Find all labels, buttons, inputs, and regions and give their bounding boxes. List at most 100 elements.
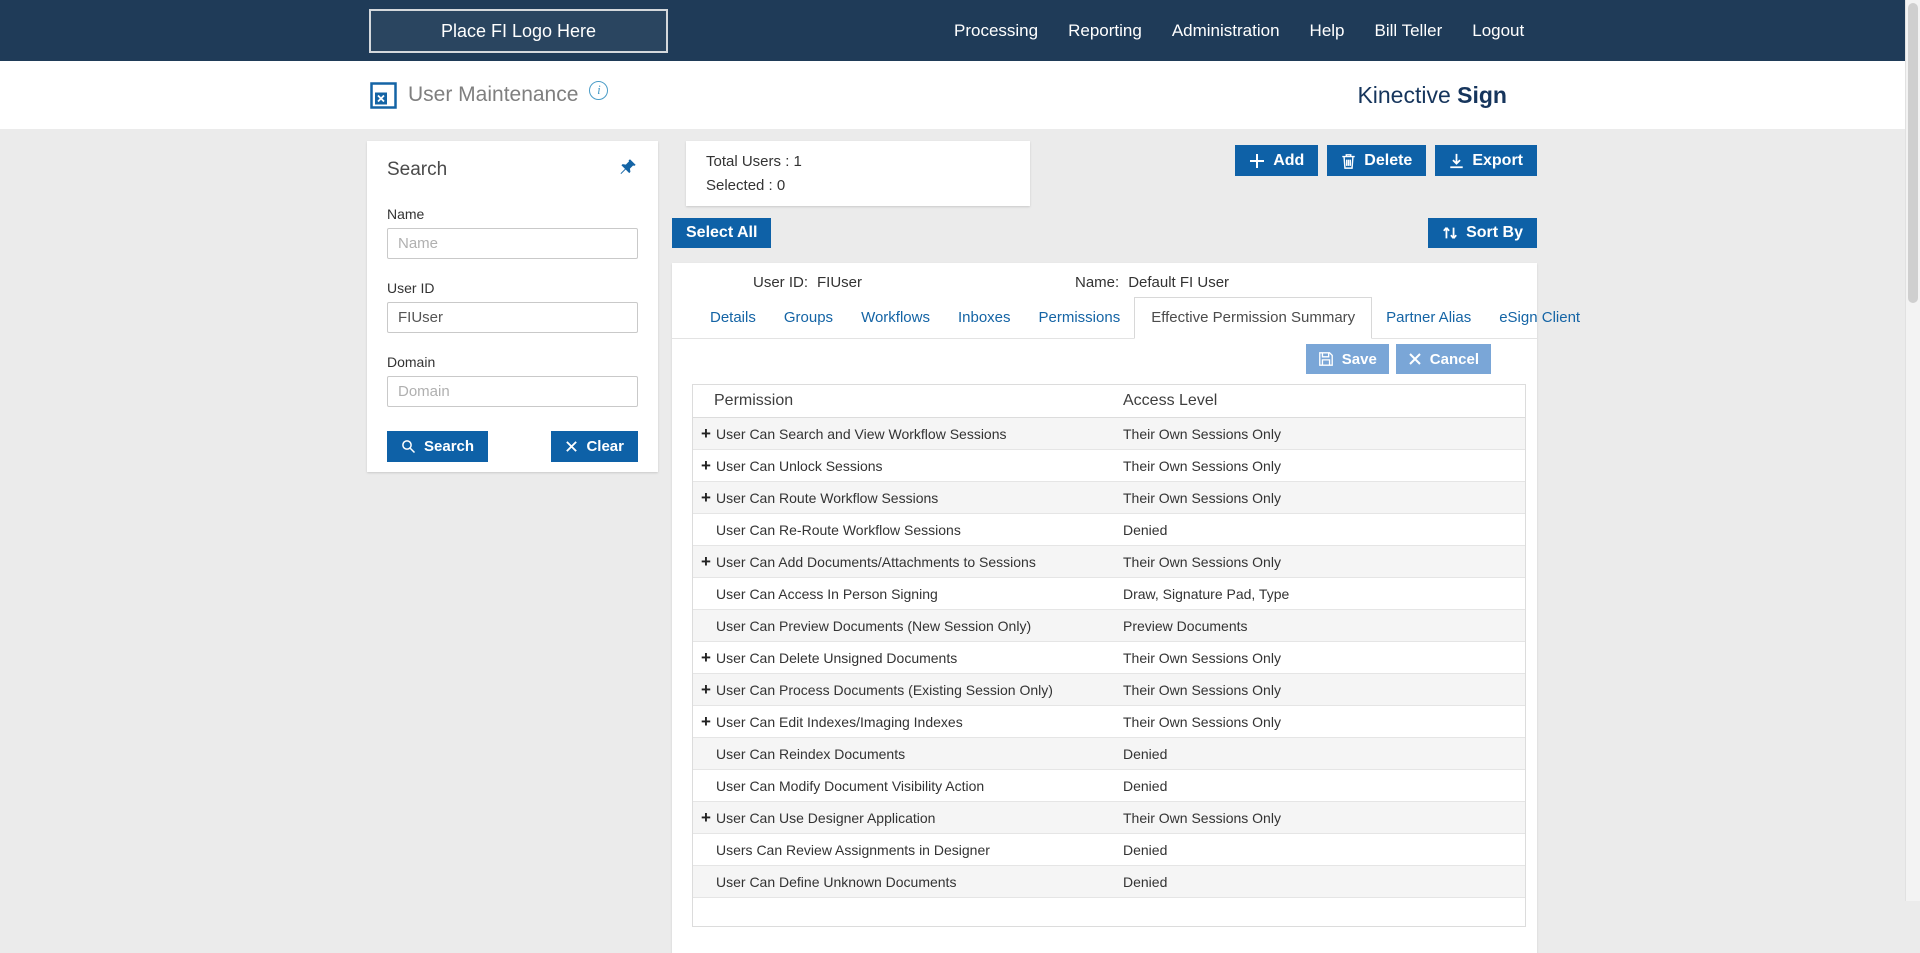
add-button-label: Add	[1273, 151, 1305, 169]
scrollbar[interactable]	[1905, 0, 1920, 901]
table-header: Permission Access Level	[693, 385, 1525, 418]
fi-logo-placeholder: Place FI Logo Here	[369, 9, 668, 53]
user-id-value: FIUser	[817, 274, 863, 291]
export-button[interactable]: Export	[1435, 145, 1537, 176]
table-row[interactable]: User Can Reindex Documents Denied	[693, 738, 1525, 770]
close-icon	[565, 440, 578, 453]
access-level: Denied	[1123, 777, 1168, 794]
table-row[interactable]: + User Can Add Documents/Attachments to S…	[693, 546, 1525, 578]
tab-inboxes[interactable]: Inboxes	[944, 298, 1025, 338]
export-icon	[1449, 153, 1464, 169]
nav-help[interactable]: Help	[1310, 21, 1345, 41]
permission-name: User Can Reindex Documents	[716, 745, 906, 762]
table-row[interactable]: Users Can Review Assignments in Designer…	[693, 834, 1525, 866]
user-maintenance-icon	[370, 81, 397, 109]
save-icon	[1318, 351, 1334, 367]
access-level: Denied	[1123, 841, 1168, 858]
add-button[interactable]: Add	[1235, 145, 1319, 176]
table-row[interactable]: + User Can Process Documents (Existing Se…	[693, 674, 1525, 706]
delete-button[interactable]: Delete	[1327, 145, 1427, 176]
access-level: Their Own Sessions Only	[1123, 713, 1281, 730]
table-row[interactable]: User Can Re-Route Workflow Sessions Denie…	[693, 514, 1525, 546]
tab-permissions[interactable]: Permissions	[1025, 298, 1135, 338]
table-row[interactable]: + User Can Use Designer Application Their …	[693, 802, 1525, 834]
topbar: Place FI Logo Here Processing Reporting Ad…	[0, 0, 1905, 61]
permissions-table: Permission Access Level + User Can Search…	[692, 384, 1526, 927]
tab-groups[interactable]: Groups	[770, 298, 847, 338]
access-level: Denied	[1123, 745, 1168, 762]
access-level-header: Access Level	[1123, 392, 1218, 409]
expand-icon[interactable]: +	[693, 553, 716, 570]
access-level: Their Own Sessions Only	[1123, 681, 1281, 698]
table-row[interactable]: User Can Define Unknown Documents Denied	[693, 866, 1525, 898]
domain-label: Domain	[387, 354, 436, 370]
permission-name: User Can Use Designer Application	[716, 809, 936, 826]
table-tail	[693, 898, 1525, 926]
user-info-row: User ID: FIUser Name: Default FI User	[672, 263, 1537, 293]
userid-input[interactable]	[387, 302, 638, 333]
clear-button[interactable]: Clear	[551, 431, 638, 462]
permission-name: User Can Preview Documents (New Session …	[716, 617, 1032, 634]
expand-icon[interactable]: +	[693, 809, 716, 826]
access-level: Denied	[1123, 873, 1168, 890]
search-panel: Search Name User ID Domain Search Clear	[367, 141, 658, 472]
save-button[interactable]: Save	[1305, 344, 1389, 374]
user-name-value: Default FI User	[1128, 274, 1230, 291]
tab-details[interactable]: Details	[696, 298, 770, 338]
tab-partner-alias[interactable]: Partner Alias	[1372, 298, 1485, 338]
table-row[interactable]: + User Can Delete Unsigned Documents Their…	[693, 642, 1525, 674]
brand-logo: Kinective Sign	[1357, 61, 1507, 129]
summary-card: Total Users : 1 Selected : 0	[686, 141, 1030, 206]
name-input[interactable]	[387, 228, 638, 259]
expand-icon[interactable]: +	[693, 649, 716, 666]
tab-esign-client[interactable]: eSign Client	[1485, 298, 1594, 338]
select-all-button[interactable]: Select All	[672, 218, 772, 248]
table-row[interactable]: User Can Preview Documents (New Session …	[693, 610, 1525, 642]
tabs: Details Groups Workflows Inboxes Permissions…	[672, 297, 1580, 339]
permission-name: Users Can Review Assignments in Designer	[716, 841, 990, 858]
sort-by-label: Sort By	[1466, 224, 1523, 241]
cancel-button[interactable]: Cancel	[1395, 344, 1491, 374]
nav-bill-teller[interactable]: Bill Teller	[1375, 21, 1443, 41]
plus-icon	[1249, 153, 1265, 169]
expand-icon[interactable]: +	[693, 489, 716, 506]
access-level: Their Own Sessions Only	[1123, 553, 1281, 570]
nav-processing[interactable]: Processing	[954, 21, 1038, 41]
expand-icon[interactable]: +	[693, 457, 716, 474]
nav-reporting[interactable]: Reporting	[1068, 21, 1142, 41]
permission-name: User Can Modify Document Visibility Acti…	[716, 777, 985, 794]
page-title: User Maintenance	[408, 83, 579, 106]
scrollbar-thumb[interactable]	[1908, 3, 1918, 303]
access-level: Their Own Sessions Only	[1123, 649, 1281, 666]
expand-icon[interactable]: +	[693, 681, 716, 698]
search-button[interactable]: Search	[387, 431, 489, 462]
tab-effective-permission-summary[interactable]: Effective Permission Summary	[1134, 297, 1373, 339]
table-row[interactable]: + User Can Search and View Workflow Sessi…	[693, 418, 1525, 450]
userid-label: User ID	[387, 280, 435, 296]
pin-icon[interactable]	[618, 157, 638, 177]
expand-icon[interactable]: +	[693, 425, 716, 442]
nav-administration[interactable]: Administration	[1172, 21, 1280, 41]
table-row[interactable]: User Can Modify Document Visibility Acti…	[693, 770, 1525, 802]
domain-input[interactable]	[387, 376, 638, 407]
selected-text: Selected : 0	[706, 177, 786, 194]
sort-by-button[interactable]: Sort By	[1428, 218, 1537, 248]
nav-logout[interactable]: Logout	[1472, 21, 1524, 41]
table-row[interactable]: + User Can Edit Indexes/Imaging Indexes Th…	[693, 706, 1525, 738]
permission-name: User Can Unlock Sessions	[716, 457, 883, 474]
info-icon[interactable]: i	[589, 80, 609, 100]
permission-name: User Can Access In Person Signing	[716, 585, 938, 602]
table-row[interactable]: + User Can Unlock Sessions Their Own Sessi…	[693, 450, 1525, 482]
permission-name: User Can Edit Indexes/Imaging Indexes	[716, 713, 963, 730]
table-row[interactable]: + User Can Route Workflow Sessions Their O…	[693, 482, 1525, 514]
user-name-label: Name:	[1075, 274, 1120, 291]
tab-workflows[interactable]: Workflows	[847, 298, 944, 338]
permission-header: Permission	[714, 392, 794, 409]
table-row[interactable]: User Can Access In Person Signing Draw, S…	[693, 578, 1525, 610]
search-icon	[401, 439, 416, 454]
access-level: Their Own Sessions Only	[1123, 425, 1281, 442]
name-label: Name	[387, 206, 425, 222]
toolbar: Add Delete Export	[1235, 145, 1537, 176]
access-level: Draw, Signature Pad, Type	[1123, 585, 1290, 602]
expand-icon[interactable]: +	[693, 713, 716, 730]
